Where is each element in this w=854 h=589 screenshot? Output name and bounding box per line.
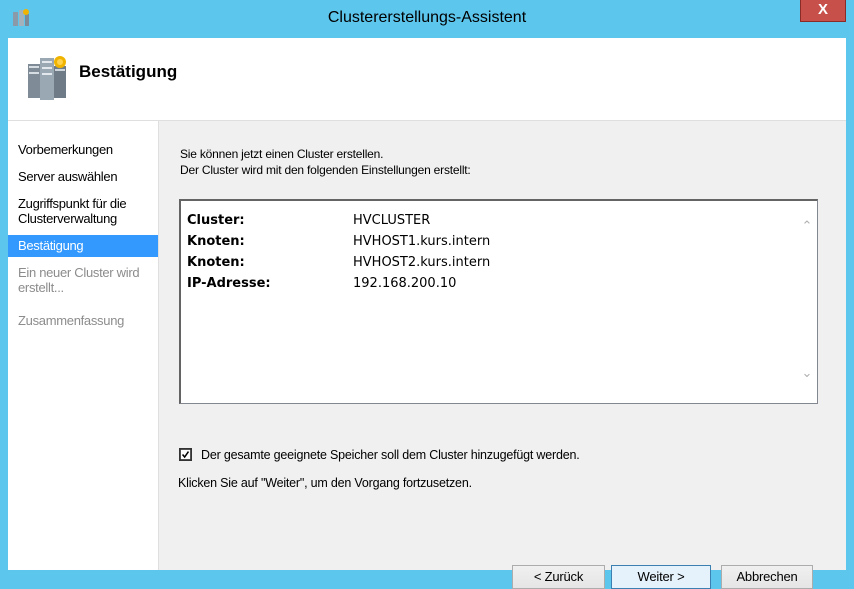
summary-row: IP-Adresse: 192.168.200.10 xyxy=(187,273,490,294)
title-bar[interactable]: Clustererstellungs-Assistent X xyxy=(0,0,854,38)
summary-key: Cluster: xyxy=(187,213,245,228)
continue-hint: Klicken Sie auf "Weiter", um den Vorgang… xyxy=(178,476,472,490)
summary-value: HVHOST2.kurs.intern xyxy=(353,255,491,270)
page-title: Bestätigung xyxy=(79,62,178,81)
step-zusammenfassung: Zusammenfassung xyxy=(18,313,125,328)
wizard-header: Bestätigung xyxy=(8,38,846,121)
step-zugriffspunkt[interactable]: Zugriffspunkt für die Clusterverwaltung xyxy=(8,196,158,226)
next-button[interactable]: Weiter > xyxy=(611,565,711,589)
intro-line-2: Der Cluster wird mit den folgenden Einst… xyxy=(180,163,471,177)
step-cluster-erstellt: Ein neuer Cluster wird erstellt... xyxy=(18,265,140,295)
back-button[interactable]: < Zurück xyxy=(512,565,605,589)
summary-row: Cluster: HVCLUSTER xyxy=(187,210,490,231)
wizard-window: Clustererstellungs-Assistent X Bestätigu… xyxy=(0,0,854,589)
summary-table: Cluster: HVCLUSTER Knoten: HVHOST1.kurs.… xyxy=(187,210,490,294)
summary-value: 192.168.200.10 xyxy=(353,276,457,291)
summary-row: Knoten: HVHOST1.kurs.intern xyxy=(187,231,490,252)
summary-box[interactable]: Cluster: HVCLUSTER Knoten: HVHOST1.kurs.… xyxy=(179,199,818,404)
step-server-auswaehlen[interactable]: Server auswählen xyxy=(8,169,158,184)
intro-line-1: Sie können jetzt einen Cluster erstellen… xyxy=(180,147,384,161)
intro-text: Sie können jetzt einen Cluster erstellen… xyxy=(180,146,471,178)
main-panel: Sie können jetzt einen Cluster erstellen… xyxy=(159,121,846,589)
storage-checkbox-label[interactable]: Der gesamte geeignete Speicher soll dem … xyxy=(201,448,580,462)
summary-value: HVHOST1.kurs.intern xyxy=(353,234,491,249)
server-cluster-icon xyxy=(28,56,66,100)
summary-row: Knoten: HVHOST2.kurs.intern xyxy=(187,252,490,273)
window-title: Clustererstellungs-Assistent xyxy=(327,9,527,26)
storage-checkbox[interactable] xyxy=(179,448,192,461)
summary-key: Knoten: xyxy=(187,234,245,249)
summary-key: Knoten: xyxy=(187,255,245,270)
summary-value: HVCLUSTER xyxy=(353,213,431,228)
step-vorbemerkungen[interactable]: Vorbemerkungen xyxy=(8,142,158,157)
chevron-down-icon[interactable]: ⌄ xyxy=(800,366,814,380)
client-area: Bestätigung Vorbemerkungen Server auswäh… xyxy=(8,38,846,589)
step-bestaetigung[interactable]: Bestätigung xyxy=(8,235,158,257)
chevron-up-icon[interactable]: ⌃ xyxy=(800,219,814,233)
steps-sidebar: Vorbemerkungen Server auswählen Zugriffs… xyxy=(8,121,159,570)
summary-scrollbar[interactable]: ⌃ ⌄ xyxy=(798,201,817,403)
summary-key: IP-Adresse: xyxy=(187,276,271,291)
close-button[interactable]: X xyxy=(800,0,846,22)
cancel-button[interactable]: Abbrechen xyxy=(721,565,813,589)
